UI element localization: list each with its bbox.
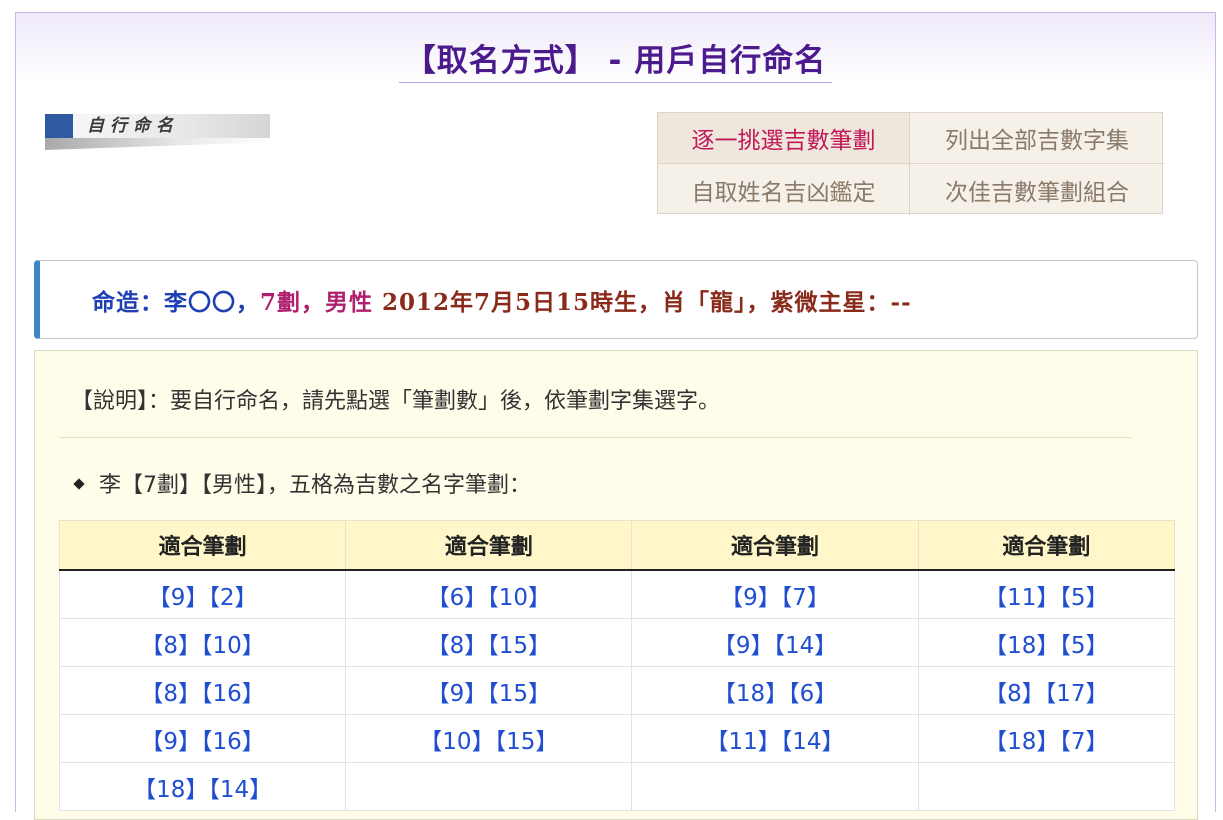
stroke-link[interactable]: 【11】【5】	[917, 569, 1176, 619]
tab-list-characters[interactable]: 列出全部吉數字集	[910, 113, 1164, 164]
empty-cell	[631, 762, 919, 811]
banner-underline	[45, 138, 270, 150]
stroke-link[interactable]: 【9】【7】	[631, 569, 919, 619]
stroke-link[interactable]: 【18】【6】	[631, 666, 919, 715]
stroke-link[interactable]: 【8】【16】	[58, 666, 347, 715]
stroke-link[interactable]: 【18】【5】	[917, 618, 1176, 667]
stroke-link[interactable]: 【6】【10】	[345, 569, 633, 619]
stroke-link[interactable]: 【11】【14】	[631, 714, 919, 763]
stroke-table: 適合筆劃 適合筆劃 適合筆劃 適合筆劃 【9】【2】 【6】【10】 【9】【7…	[58, 520, 1176, 811]
column-header: 適合筆劃	[58, 520, 347, 571]
column-header: 適合筆劃	[917, 520, 1176, 571]
stroke-link[interactable]: 【8】【10】	[58, 618, 347, 667]
empty-cell	[917, 762, 1176, 811]
destiny-info: 命造：李〇〇， 7劃，男性 2012年7月5日15時生，肖「龍」，紫微主星：--	[34, 260, 1198, 339]
description-text: 【說明】：要自行命名，請先點選「筆劃數」後，依筆劃字集選字。	[71, 389, 721, 414]
destiny-birth: 2012年7月5日15時生，肖「龍」，紫微主星：--	[373, 288, 912, 316]
column-header: 適合筆劃	[631, 520, 919, 571]
stroke-panel: 【說明】：要自行命名，請先點選「筆劃數」後，依筆劃字集選字。 李【7劃】【男性】…	[34, 350, 1198, 820]
destiny-name: 命造：李〇〇，	[92, 288, 260, 316]
table-row: 【9】【16】 【10】【15】 【11】【14】 【18】【7】	[58, 714, 1176, 763]
stroke-link[interactable]: 【10】【15】	[345, 714, 633, 763]
table-row: 【9】【2】 【6】【10】 【9】【7】 【11】【5】	[58, 569, 1176, 619]
stroke-link[interactable]: 【8】【17】	[917, 666, 1176, 715]
page-title: 【取名方式】 - 用戶自行命名	[398, 35, 833, 83]
divider	[59, 437, 1131, 438]
table-row: 【8】【10】 【8】【15】 【9】【14】 【18】【5】	[58, 618, 1176, 667]
stroke-link[interactable]: 【18】【14】	[58, 762, 347, 811]
empty-cell	[345, 762, 633, 811]
subtitle: 李【7劃】【男性】，五格為吉數之名字筆劃：	[73, 467, 531, 499]
table-row: 【18】【14】	[58, 762, 1176, 811]
subtitle-text: 李【7劃】【男性】，五格為吉數之名字筆劃：	[99, 473, 531, 498]
mode-tabs: 逐一挑選吉數筆劃 列出全部吉數字集 自取姓名吉凶鑑定 次佳吉數筆劃組合	[657, 112, 1164, 215]
destiny-strokes-gender: 7劃，男性	[260, 288, 374, 316]
stroke-link[interactable]: 【9】【15】	[345, 666, 633, 715]
page-title-wrap: 【取名方式】 - 用戶自行命名	[16, 35, 1215, 83]
tab-name-analysis[interactable]: 自取姓名吉凶鑑定	[658, 164, 910, 215]
table-row: 【8】【16】 【9】【15】 【18】【6】 【8】【17】	[58, 666, 1176, 715]
stroke-link[interactable]: 【9】【14】	[631, 618, 919, 667]
column-header: 適合筆劃	[345, 520, 633, 571]
tab-second-best[interactable]: 次佳吉數筆劃組合	[910, 164, 1164, 215]
stroke-link[interactable]: 【18】【7】	[917, 714, 1176, 763]
stroke-link[interactable]: 【8】【15】	[345, 618, 633, 667]
tab-pick-strokes[interactable]: 逐一挑選吉數筆劃	[658, 113, 910, 164]
banner-blue-block	[45, 114, 73, 138]
diamond-bullet-icon	[73, 478, 85, 490]
side-banner: 自行命名	[45, 112, 270, 152]
banner-label: 自行命名	[87, 116, 179, 136]
stroke-link[interactable]: 【9】【16】	[58, 714, 347, 763]
table-header-row: 適合筆劃 適合筆劃 適合筆劃 適合筆劃	[58, 520, 1176, 571]
stroke-link[interactable]: 【9】【2】	[58, 569, 347, 619]
